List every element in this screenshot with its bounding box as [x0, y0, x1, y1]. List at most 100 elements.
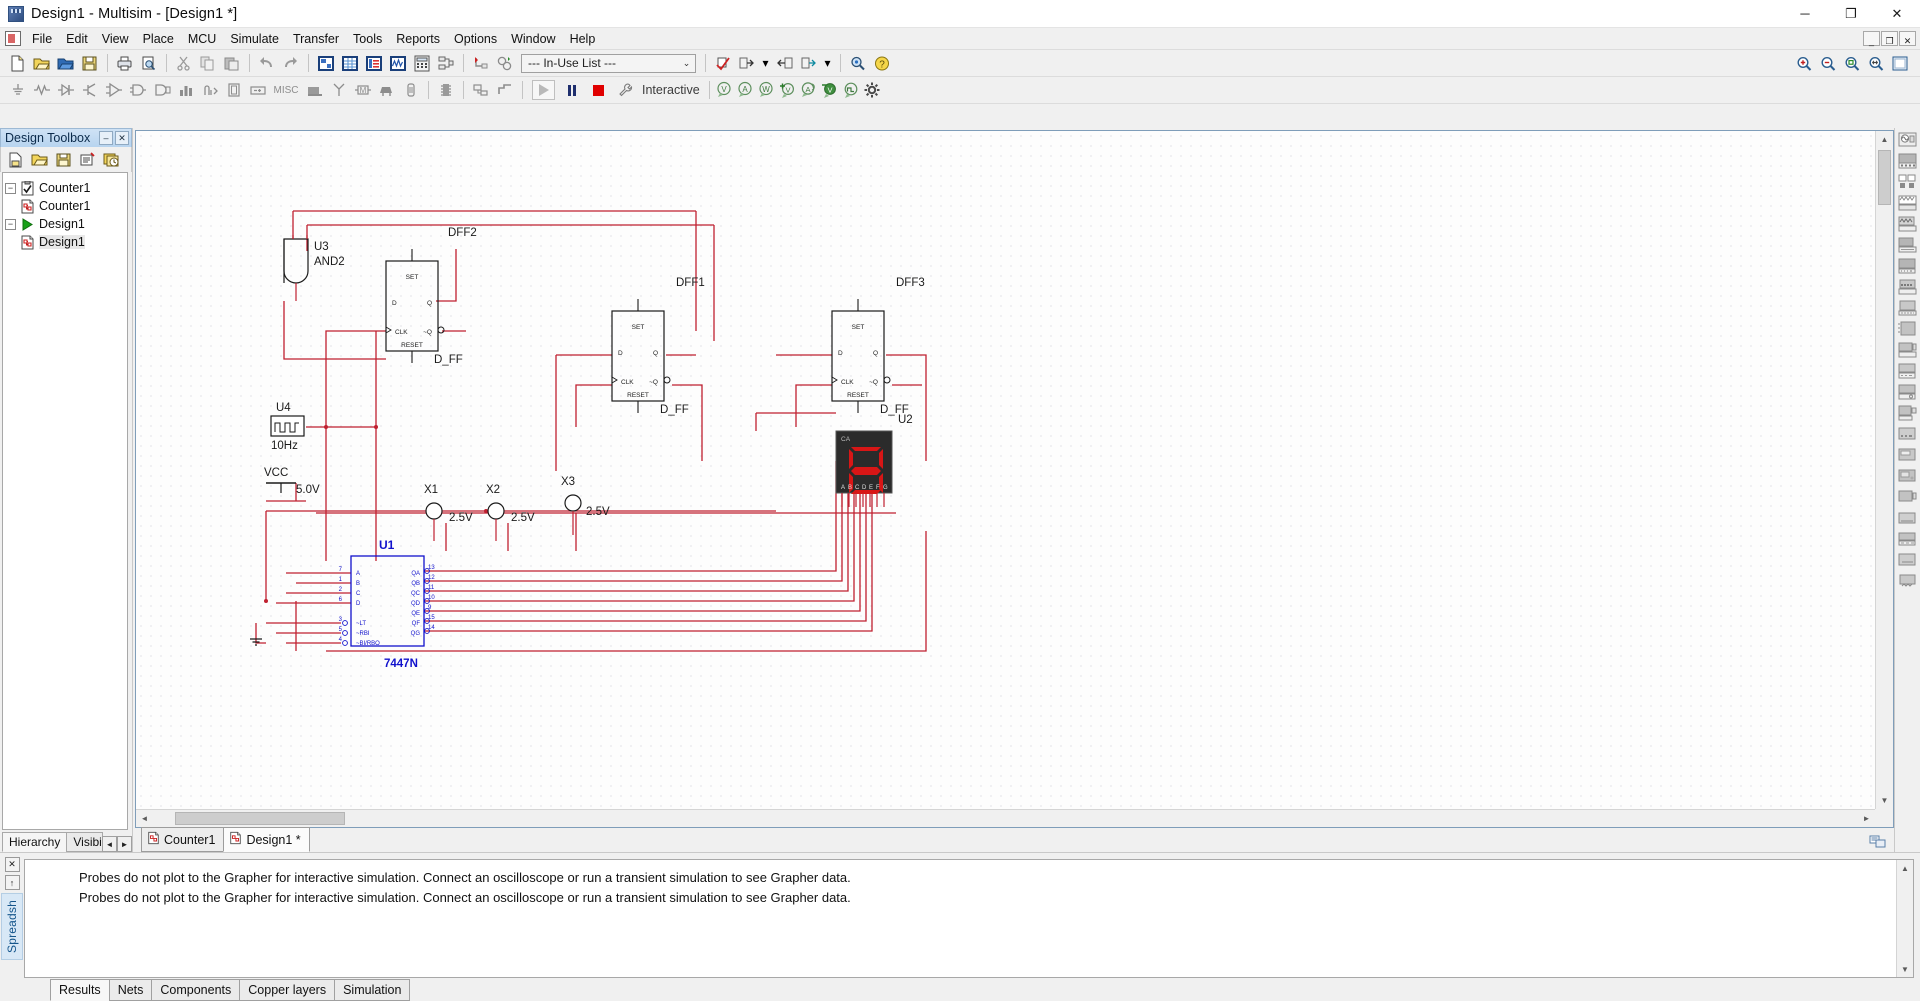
menu-help[interactable]: Help [563, 29, 603, 49]
menu-tools[interactable]: Tools [346, 29, 389, 49]
legend-icon[interactable] [1869, 834, 1886, 852]
analog-icon[interactable] [102, 79, 125, 101]
bode-plotter-icon[interactable] [1897, 235, 1919, 255]
menu-mcu[interactable]: MCU [181, 29, 223, 49]
electromechanical-icon[interactable]: M [351, 79, 374, 101]
network-analyzer-icon[interactable] [1897, 403, 1919, 423]
basic-icon[interactable] [30, 79, 53, 101]
horizontal-scroll-thumb[interactable] [175, 812, 345, 825]
zoom-fit-icon[interactable] [1864, 52, 1887, 74]
scroll-down-button[interactable]: ▼ [1876, 792, 1893, 809]
undo-icon[interactable] [255, 52, 278, 74]
close-button[interactable]: ✕ [1874, 0, 1920, 28]
power-probe-icon[interactable]: W [757, 80, 778, 101]
zoom-fullscreen-icon[interactable] [1888, 52, 1911, 74]
save-icon[interactable] [78, 52, 101, 74]
logic-converter-icon[interactable] [1897, 298, 1919, 318]
save-design-icon[interactable] [52, 149, 75, 171]
history-icon[interactable] [100, 149, 123, 171]
schematic-canvas[interactable]: U3 AND2 SET D Q CLK ~Q RESET DFF2 D_FF S… [136, 131, 1875, 809]
tree-node-counter1-design[interactable]: − Counter1 [5, 179, 125, 197]
tab-copper-layers[interactable]: Copper layers [239, 979, 336, 1001]
print-icon[interactable] [113, 52, 136, 74]
tab-scroll-right-button[interactable]: ► [117, 836, 132, 852]
tab-simulation[interactable]: Simulation [334, 979, 411, 1001]
zoom-out-icon[interactable] [1816, 52, 1839, 74]
cut-icon[interactable] [172, 52, 195, 74]
zoom-in-icon[interactable] [1792, 52, 1815, 74]
menu-reports[interactable]: Reports [389, 29, 447, 49]
open-samples-icon[interactable] [54, 52, 77, 74]
scroll-up-button[interactable]: ▲ [1876, 131, 1893, 148]
results-message-list[interactable]: Probes do not plot to the Grapher for in… [24, 859, 1914, 978]
menu-simulate[interactable]: Simulate [223, 29, 286, 49]
tektronix-oscilloscope-icon[interactable] [1897, 487, 1919, 507]
grapher-icon[interactable] [386, 52, 409, 74]
results-scrollbar[interactable]: ▲ ▼ [1896, 860, 1913, 977]
run-button[interactable] [532, 80, 555, 100]
zoom-area-icon[interactable] [1840, 52, 1863, 74]
menu-file[interactable]: File [25, 29, 59, 49]
canvas-vertical-scrollbar[interactable]: ▲ ▼ [1875, 131, 1893, 809]
ni-components-icon[interactable] [375, 79, 398, 101]
ni-elvismx-icon[interactable] [1897, 529, 1919, 549]
probe-settings-icon[interactable] [862, 80, 883, 101]
distortion-analyzer-icon[interactable] [1897, 361, 1919, 381]
differential-voltage-probe-icon[interactable]: V [778, 80, 799, 101]
word-generator-icon[interactable] [1897, 277, 1919, 297]
bus-icon[interactable] [493, 79, 516, 101]
help-icon[interactable]: ? [870, 52, 893, 74]
menu-window[interactable]: Window [504, 29, 562, 49]
rf-icon[interactable] [327, 79, 350, 101]
canvas-horizontal-scrollbar[interactable]: ◄ ► [136, 809, 1875, 827]
export-dropdown-icon[interactable]: ▾ [759, 52, 772, 74]
open-design-icon[interactable] [28, 149, 51, 171]
tab-visibility[interactable]: Visibil [66, 832, 103, 852]
vertical-scroll-thumb[interactable] [1878, 150, 1891, 205]
indicator-icon[interactable] [222, 79, 245, 101]
tab-scroll-left-button[interactable]: ◄ [102, 836, 117, 852]
redo-icon[interactable] [279, 52, 302, 74]
tree-node-counter1-sheet[interactable]: Counter1 [5, 197, 125, 215]
tab-results[interactable]: Results [50, 979, 110, 1001]
misc-digital-icon[interactable] [174, 79, 197, 101]
expander-icon[interactable]: − [5, 218, 16, 230]
oscilloscope-icon[interactable] [1897, 130, 1919, 150]
tab-nets[interactable]: Nets [108, 979, 153, 1001]
misc-icon[interactable]: MISC [270, 79, 302, 101]
mdi-restore-button[interactable]: ❐ [1881, 31, 1898, 46]
design-toolbox-icon[interactable] [314, 52, 337, 74]
mdi-close-button[interactable]: ✕ [1899, 31, 1916, 46]
tree-node-design1-design[interactable]: − Design1 [5, 215, 125, 233]
copy-icon[interactable] [196, 52, 219, 74]
scroll-left-button[interactable]: ◄ [136, 810, 153, 827]
back-annotate-icon[interactable] [469, 52, 492, 74]
design-toolbox-collapse-button[interactable]: – [99, 131, 113, 145]
minimize-button[interactable]: ─ [1782, 0, 1828, 28]
iv-analyzer-icon[interactable] [1897, 340, 1919, 360]
open-icon[interactable] [30, 52, 53, 74]
connectors-icon[interactable] [399, 79, 422, 101]
differential-current-probe-icon[interactable]: A [799, 80, 820, 101]
wattmeter-icon[interactable] [1897, 193, 1919, 213]
erc-icon[interactable] [711, 52, 734, 74]
netlist-icon[interactable] [434, 52, 457, 74]
scroll-up-button[interactable]: ▲ [1897, 860, 1913, 876]
diode-icon[interactable] [54, 79, 77, 101]
current-probe-instrument-icon[interactable] [1897, 550, 1919, 570]
mcu-icon[interactable] [434, 79, 457, 101]
print-preview-icon[interactable] [137, 52, 160, 74]
mdi-minimize-button[interactable]: _ [1863, 31, 1880, 46]
digital-probe-icon[interactable] [841, 80, 862, 101]
voltage-probe-icon[interactable]: V [715, 80, 736, 101]
current-probe-icon[interactable]: A [736, 80, 757, 101]
scroll-right-button[interactable]: ► [1858, 810, 1875, 827]
reference-voltage-probe-icon[interactable]: V [820, 80, 841, 101]
design-tree[interactable]: − Counter1 Counter1 − Design1 Design1 [2, 172, 128, 830]
tab-hierarchy[interactable]: Hierarchy [2, 832, 68, 852]
scroll-down-button[interactable]: ▼ [1897, 961, 1913, 977]
export-icon[interactable] [735, 52, 758, 74]
logic-analyzer-icon[interactable] [1897, 319, 1919, 339]
multimeter-icon[interactable] [1897, 151, 1919, 171]
agilent-function-generator-icon[interactable] [1897, 424, 1919, 444]
